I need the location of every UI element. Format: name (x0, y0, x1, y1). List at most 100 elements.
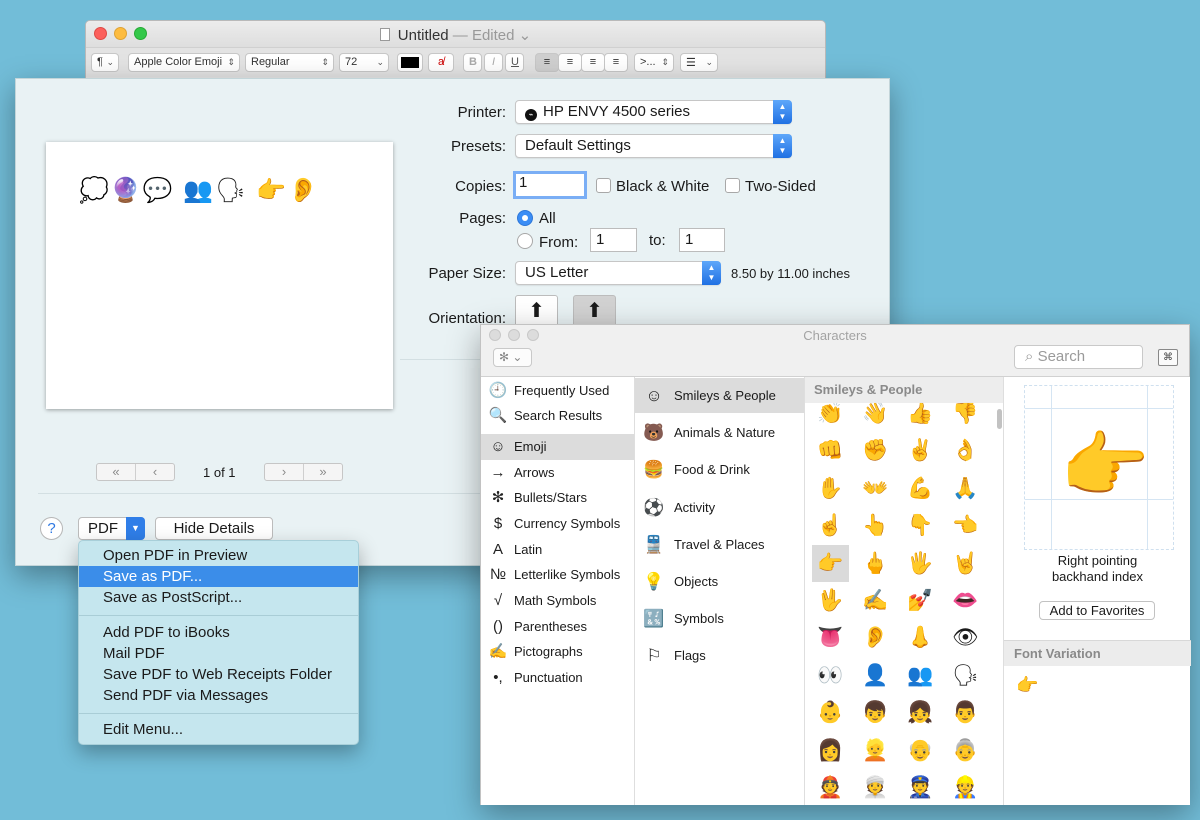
first-page-button[interactable]: « (97, 464, 136, 480)
category-item[interactable]: √ Math Symbols (481, 588, 634, 614)
emoji-cell[interactable]: 👶 (812, 694, 849, 731)
pages-all-radio[interactable] (517, 210, 533, 226)
emoji-cell[interactable]: 🖐 (902, 545, 939, 582)
landscape-orientation-button[interactable]: ⬆ (573, 295, 616, 327)
help-button[interactable]: ? (40, 517, 63, 540)
keyboard-viewer-icon[interactable]: ⌘ (1158, 349, 1178, 366)
emoji-cell[interactable]: 👵 (947, 732, 984, 769)
emoji-cell[interactable]: ✋ (812, 470, 849, 507)
emoji-cell[interactable]: 👤 (857, 657, 894, 694)
emoji-cell[interactable]: 👴 (902, 732, 939, 769)
category-item[interactable]: 🔍 Search Results (481, 403, 634, 429)
add-to-favorites-button[interactable]: Add to Favorites (1039, 601, 1155, 620)
emoji-cell[interactable]: 👨 (947, 694, 984, 731)
emoji-cell[interactable]: 👊 (812, 432, 849, 469)
emoji-cell[interactable]: 👁 (947, 619, 984, 656)
category-item[interactable]: № Letterlike Symbols (481, 562, 634, 588)
window-title[interactable]: Untitled — Edited ⌄ (86, 26, 825, 44)
two-sided-checkbox[interactable] (725, 178, 740, 193)
emoji-cell[interactable]: ✌ (902, 432, 939, 469)
list-bullets-popup[interactable]: ☰ ⌄ (680, 53, 718, 72)
align-left-button[interactable]: ≡ (535, 53, 559, 72)
emoji-cell[interactable]: 🤘 (947, 545, 984, 582)
last-page-button[interactable]: » (304, 464, 342, 480)
category-item[interactable]: () Parentheses (481, 614, 634, 640)
emoji-cell[interactable]: 👩 (812, 732, 849, 769)
line-spacing-popup[interactable]: >... ⇕ (634, 53, 674, 72)
justify-button[interactable]: ≡ (604, 53, 628, 72)
portrait-orientation-button[interactable]: ⬆ (515, 295, 558, 327)
emoji-cell[interactable]: 👃 (902, 619, 939, 656)
pdf-menu-button[interactable]: PDF ▼ (78, 517, 145, 540)
emoji-cell[interactable]: 👳 (857, 769, 894, 805)
emoji-category-item[interactable]: 💡 Objects (635, 564, 804, 599)
emoji-cell[interactable]: ☝ (812, 507, 849, 544)
align-right-button[interactable]: ≡ (581, 53, 605, 72)
hide-details-button[interactable]: Hide Details (155, 517, 273, 540)
font-size-combo[interactable]: 72 ⌄ (339, 53, 389, 72)
emoji-cell[interactable]: 👈 (947, 507, 984, 544)
category-item[interactable]: •, Punctuation (481, 665, 634, 691)
emoji-cell[interactable]: 👧 (902, 694, 939, 731)
emoji-category-item[interactable]: 🍔 Food & Drink (635, 452, 804, 487)
category-item[interactable]: A Latin (481, 537, 634, 563)
prev-page-button[interactable]: ‹ (136, 464, 174, 480)
italic-button[interactable]: I (484, 53, 503, 72)
category-item[interactable]: → Arrows (481, 460, 634, 486)
emoji-cell[interactable]: 👄 (947, 582, 984, 619)
emoji-cell[interactable]: 👆 (857, 507, 894, 544)
align-center-button[interactable]: ≡ (558, 53, 582, 72)
grid-scrollbar[interactable] (997, 409, 1002, 429)
menu-item-send-via-messages[interactable]: Send PDF via Messages (79, 685, 358, 706)
paragraph-styles-button[interactable]: ¶ ⌄ (91, 53, 119, 72)
category-item[interactable]: ✍ Pictographs (481, 639, 634, 665)
text-color-well[interactable] (397, 53, 423, 72)
emoji-cell[interactable]: 👷 (947, 769, 984, 805)
emoji-cell[interactable]: 💪 (902, 470, 939, 507)
font-style-popup[interactable]: Regular ⇕ (245, 53, 334, 72)
emoji-cell[interactable]: 🖕 (857, 545, 894, 582)
menu-item-open-in-preview[interactable]: Open PDF in Preview (79, 545, 358, 566)
emoji-cell[interactable]: 👌 (947, 432, 984, 469)
emoji-cell[interactable]: 🖖 (812, 582, 849, 619)
copies-field[interactable]: 1 (513, 171, 587, 199)
emoji-cell[interactable]: 👲 (812, 769, 849, 805)
emoji-cell[interactable]: 💅 (902, 582, 939, 619)
font-variation-glyph[interactable]: 👉 (1016, 675, 1038, 696)
emoji-cell[interactable]: 👱 (857, 732, 894, 769)
emoji-category-item[interactable]: 🐻 Animals & Nature (635, 415, 804, 450)
category-item[interactable]: ☺ Emoji (481, 434, 634, 460)
underline-button[interactable]: U (505, 53, 524, 72)
presets-popup[interactable]: Default Settings ▲ ▼ (515, 134, 792, 158)
emoji-cell[interactable]: 👮 (902, 769, 939, 805)
search-input[interactable]: ⌕ Search (1014, 345, 1143, 369)
highlight-color-well[interactable]: a̸ (428, 53, 454, 72)
emoji-cell[interactable]: 🗣 (947, 657, 984, 694)
gear-icon[interactable]: ✻ ⌄ (493, 348, 532, 367)
menu-item-edit-menu[interactable]: Edit Menu... (79, 719, 358, 740)
category-item[interactable]: 🕘 Frequently Used (481, 378, 634, 404)
emoji-cell[interactable]: 👐 (857, 470, 894, 507)
emoji-category-item[interactable]: 🔣 Symbols (635, 601, 804, 636)
from-page-field[interactable]: 1 (590, 228, 637, 252)
category-item[interactable]: $ Currency Symbols (481, 511, 634, 537)
emoji-category-item[interactable]: 🚆 Travel & Places (635, 527, 804, 562)
black-white-checkbox[interactable] (596, 178, 611, 193)
emoji-cell[interactable]: 👉 (812, 544, 849, 582)
font-family-popup[interactable]: Apple Color Emoji ⇕ (128, 53, 240, 72)
bold-button[interactable]: B (463, 53, 482, 72)
emoji-category-item[interactable]: ☺ Smileys & People (635, 378, 804, 413)
emoji-cell[interactable]: 👥 (902, 657, 939, 694)
emoji-category-item[interactable]: ⚐ Flags (635, 638, 804, 673)
emoji-cell[interactable]: 👅 (812, 619, 849, 656)
next-page-button[interactable]: › (265, 464, 304, 480)
to-page-field[interactable]: 1 (679, 228, 725, 252)
menu-item-save-as-pdf[interactable]: Save as PDF... (79, 566, 358, 587)
category-item[interactable]: ✻ Bullets/Stars (481, 485, 634, 511)
emoji-cell[interactable]: 👀 (812, 657, 849, 694)
menu-item-save-as-postscript[interactable]: Save as PostScript... (79, 587, 358, 608)
menu-item-add-to-ibooks[interactable]: Add PDF to iBooks (79, 622, 358, 643)
printer-popup[interactable]: ⌁ HP ENVY 4500 series ▲ ▼ (515, 100, 792, 124)
menu-item-mail-pdf[interactable]: Mail PDF (79, 643, 358, 664)
emoji-category-item[interactable]: ⚽ Activity (635, 490, 804, 525)
